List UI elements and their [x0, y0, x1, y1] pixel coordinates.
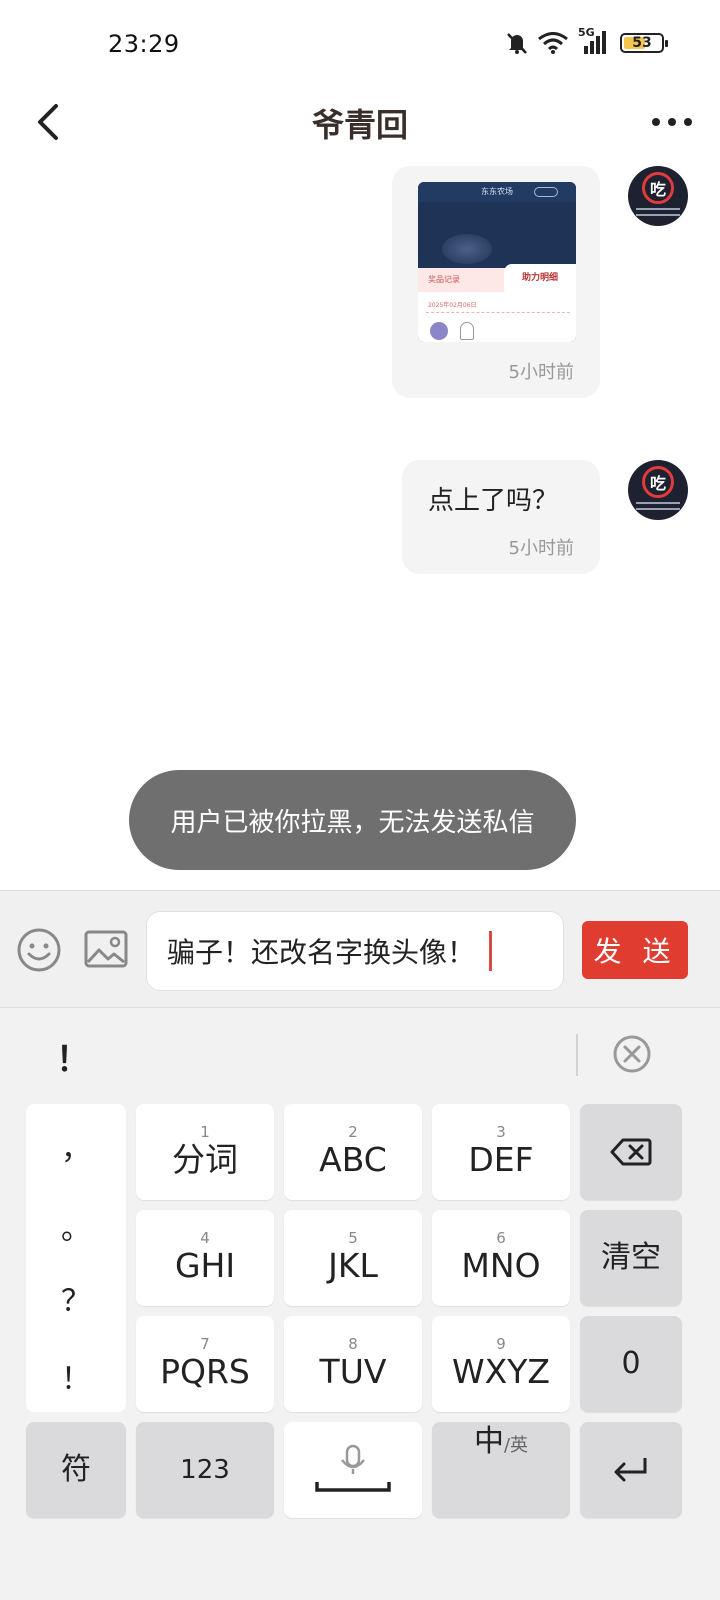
candidate-bar: ！	[0, 1008, 720, 1100]
send-button[interactable]: 发 送	[582, 921, 688, 979]
avatar[interactable]: 吃	[628, 460, 688, 520]
status-time: 23:29	[108, 30, 180, 58]
screenshot-sheet: 2025年02月06日	[418, 292, 576, 342]
screenshot-art	[442, 234, 492, 264]
key-4[interactable]: 4 GHI	[136, 1210, 274, 1306]
message-timestamp: 5小时前	[508, 538, 574, 559]
key-label: JKL	[328, 1246, 378, 1285]
key-label: TUV	[319, 1352, 387, 1391]
symbols-key[interactable]: 符	[26, 1422, 126, 1518]
avatar-logo-icon: 吃	[642, 172, 674, 204]
key-9[interactable]: 9 WXYZ	[432, 1316, 570, 1412]
key-0[interactable]: 0	[580, 1316, 682, 1412]
key-label: 中	[473, 1424, 504, 1459]
screenshot-title: 东东农场	[481, 187, 513, 196]
avatar[interactable]: 吃	[628, 166, 688, 226]
screenshot-tabs: 奖品记录 助力明细	[418, 264, 576, 292]
punctuation-column[interactable]: ， 。 ？ ！	[26, 1104, 126, 1412]
key-sublabel: /英	[503, 1435, 529, 1456]
key-label: DEF	[468, 1140, 534, 1179]
key-label: 0	[621, 1346, 641, 1381]
image-message[interactable]: 东东农场 奖品记录 助力明细 2025年02月06日 5小时前	[392, 166, 600, 398]
key-number: 8	[348, 1335, 358, 1353]
keyboard: ！ ， 。 ？ ！ 1 分词 2 ABC 3 DEF 4 GHI 5 JKL 6…	[0, 1008, 720, 1600]
key-label: GHI	[174, 1246, 236, 1285]
key-number: 7	[200, 1335, 210, 1353]
key-5[interactable]: 5 JKL	[284, 1210, 422, 1306]
screenshot-title-bar: 东东农场	[418, 182, 576, 202]
key-label: ABC	[319, 1140, 387, 1179]
screenshot-avatar	[430, 322, 448, 340]
language-toggle-key[interactable]: 中 /英	[432, 1422, 570, 1518]
image-icon[interactable]	[84, 929, 128, 969]
key-number: 9	[496, 1335, 506, 1353]
backspace-icon	[610, 1138, 652, 1166]
enter-icon	[614, 1458, 647, 1482]
clear-key[interactable]: 清空	[580, 1210, 682, 1306]
key-number: 2	[348, 1123, 358, 1141]
more-options-button[interactable]	[650, 110, 694, 134]
key-label: MNO	[461, 1246, 541, 1285]
status-bar: 23:29 5G 53	[0, 0, 720, 90]
message-input[interactable]: 骗子！还改名字换头像！	[146, 911, 564, 991]
close-keyboard-icon[interactable]	[612, 1034, 652, 1074]
key-label: 123	[180, 1455, 230, 1485]
key-8[interactable]: 8 TUV	[284, 1316, 422, 1412]
message-text: 点上了吗？	[428, 486, 559, 516]
key-label: 清空	[601, 1240, 661, 1275]
chat-title: 爷青回	[311, 106, 408, 144]
screenshot-tab-record: 奖品记录	[428, 275, 460, 284]
key-number: 5	[348, 1229, 358, 1247]
key-6[interactable]: 6 MNO	[432, 1210, 570, 1306]
key-7[interactable]: 7 PQRS	[136, 1316, 274, 1412]
chat-header: 爷青回	[0, 90, 720, 156]
blocked-toast: 用户已被你拉黑，无法发送私信	[129, 770, 576, 870]
key-label: 符	[61, 1452, 91, 1487]
punc-question[interactable]: ？	[26, 1276, 126, 1320]
message-composer: 骗子！还改名字换头像！ 发 送	[0, 890, 720, 1008]
text-caret	[489, 931, 493, 971]
key-2[interactable]: 2 ABC	[284, 1104, 422, 1200]
punc-comma[interactable]: ，	[26, 1124, 126, 1168]
battery-icon: 53	[620, 33, 668, 53]
screenshot-person-icon	[460, 322, 474, 340]
microphone-icon	[315, 1444, 391, 1492]
screenshot-tab-help: 助力明细	[504, 264, 576, 292]
follow-pill	[534, 187, 558, 197]
status-icons: 5G 53	[506, 26, 668, 56]
key-label: WXYZ	[451, 1352, 550, 1391]
enter-key[interactable]	[580, 1422, 682, 1518]
battery-level: 53	[632, 35, 652, 51]
key-number: 3	[496, 1123, 506, 1141]
key-number: 1	[200, 1123, 210, 1141]
emoji-icon[interactable]	[16, 927, 62, 973]
punc-exclaim[interactable]: ！	[26, 1354, 126, 1398]
key-1[interactable]: 1 分词	[136, 1104, 274, 1200]
key-label: 分词	[172, 1140, 238, 1179]
numbers-key[interactable]: 123	[136, 1422, 274, 1518]
avatar-logo-icon: 吃	[642, 466, 674, 498]
screenshot-date: 2025年02月06日	[428, 302, 477, 309]
backspace-key[interactable]	[580, 1104, 682, 1200]
screenshot-thumbnail[interactable]: 东东农场 奖品记录 助力明细 2025年02月06日	[418, 182, 576, 342]
key-number: 6	[496, 1229, 506, 1247]
space-key[interactable]	[284, 1422, 422, 1518]
punc-period[interactable]: 。	[26, 1204, 126, 1248]
candidate-item[interactable]: ！	[56, 1032, 90, 1081]
signal-icon: 5G	[578, 26, 610, 56]
key-number: 4	[200, 1229, 210, 1247]
message-timestamp: 5小时前	[508, 362, 574, 383]
wifi-icon	[538, 32, 568, 54]
text-message[interactable]: 点上了吗？ 5小时前	[402, 460, 600, 574]
message-input-text: 骗子！还改名字换头像！	[167, 936, 476, 969]
key-label: PQRS	[160, 1352, 250, 1391]
key-3[interactable]: 3 DEF	[432, 1104, 570, 1200]
mute-bell-icon	[507, 33, 527, 54]
